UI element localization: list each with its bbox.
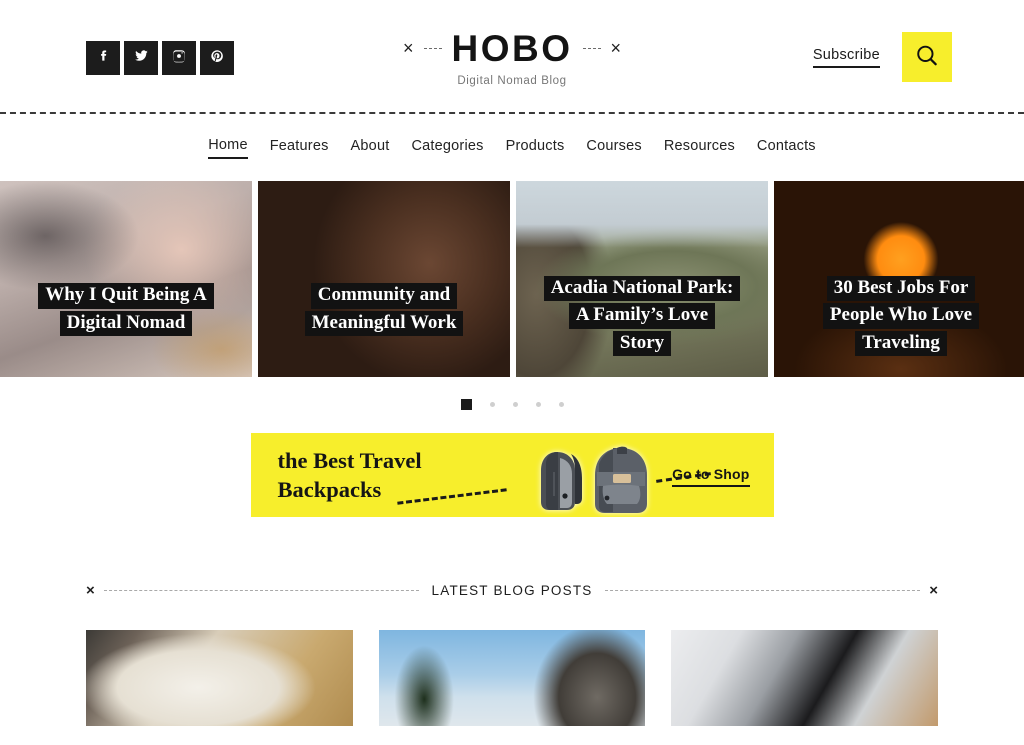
social-link-facebook[interactable] [86,41,120,75]
divider-line-left [103,590,419,591]
nav-item-products[interactable]: Products [506,138,565,158]
latest-posts-grid [86,630,939,726]
divider-x-right: × [929,582,939,599]
latest-posts-title: LATEST BLOG POSTS [431,583,593,598]
logo-wordmark: HOBO [451,27,573,69]
nav-item-home[interactable]: Home [208,137,248,159]
slide-3-title-line-3: Story [612,330,672,356]
carousel-slide-4[interactable]: 30 Best Jobs For People Who Love Traveli… [774,181,1024,377]
social-link-twitter[interactable] [124,41,158,75]
nav-item-contacts[interactable]: Contacts [757,138,816,158]
social-links [86,41,234,75]
promo-banner[interactable]: the Best Travel Backpacks Go to Shop [250,433,774,517]
carousel-dot-2[interactable] [489,401,495,407]
slide-2-title-line-2: Meaningful Work [304,310,464,336]
logo-dash-right [582,47,601,49]
promo-banner-headline: the Best Travel Backpacks [278,447,422,505]
post-card-2[interactable] [378,630,646,726]
divider-line-right [605,590,921,591]
logo-x-right: × [610,38,622,58]
slide-3-title-line-2: A Family’s Love [568,303,716,329]
main-navigation: Home Features About Categories Products … [0,114,1024,181]
promo-banner-wrapper: the Best Travel Backpacks Go to Shop [0,431,1024,517]
site-header: × HOBO × Digital Nomad Blog Subscribe [0,0,1024,114]
post-card-1[interactable] [86,630,353,726]
logo-dash-left [423,47,442,49]
backpack-icon-right [583,442,659,517]
nav-item-categories[interactable]: Categories [411,138,483,158]
carousel-slide-1[interactable]: Why I Quit Being A Digital Nomad [0,181,252,377]
nav-item-about[interactable]: About [351,138,390,158]
facebook-icon [96,49,110,68]
carousel-dot-1[interactable] [460,398,472,410]
slide-1-title-line-2: Digital Nomad [59,310,193,336]
nav-item-features[interactable]: Features [270,138,329,158]
pinterest-icon [210,49,224,68]
carousel-pagination [0,377,1024,431]
search-button[interactable] [902,32,952,82]
promo-banner-line-1: the Best Travel [277,448,422,473]
logo-tagline: Digital Nomad Blog [457,75,567,87]
slide-2-title-line-1: Community and [310,283,458,309]
nav-item-courses[interactable]: Courses [586,138,641,158]
header-actions: Subscribe [812,32,952,82]
site-logo[interactable]: × HOBO × Digital Nomad Blog [362,27,662,88]
subscribe-link[interactable]: Subscribe [812,47,880,68]
post-1-image [86,630,353,726]
go-to-shop-link[interactable]: Go to Shop [672,466,750,487]
slide-3-title: Acadia National Park: A Family’s Love St… [516,275,768,357]
latest-posts-divider: × LATEST BLOG POSTS × [86,583,938,598]
social-link-instagram[interactable] [162,41,196,75]
featured-carousel: Why I Quit Being A Digital Nomad Communi… [0,181,1024,377]
carousel-dot-3[interactable] [512,401,518,407]
nav-item-resources[interactable]: Resources [664,138,735,158]
slide-4-title-line-1: 30 Best Jobs For [826,275,976,302]
carousel-slide-2[interactable]: Community and Meaningful Work [258,181,510,377]
search-icon [914,43,940,72]
instagram-icon [172,49,186,68]
slide-1-title-line-1: Why I Quit Being A [38,283,214,309]
post-2-image [378,630,646,726]
carousel-dot-5[interactable] [558,401,564,407]
twitter-icon [134,48,149,68]
slide-2-image [258,181,510,377]
slide-3-title-line-1: Acadia National Park: [543,275,741,302]
logo-x-left: × [402,38,414,58]
slide-2-title: Community and Meaningful Work [258,282,510,337]
post-3-image [671,630,939,726]
slide-4-title-line-2: People Who Love [822,303,980,329]
carousel-slide-3[interactable]: Acadia National Park: A Family’s Love St… [516,181,768,377]
slide-1-image [0,181,252,377]
divider-x-left: × [86,582,95,599]
slide-4-title-line-3: Traveling [855,330,947,356]
slide-4-title: 30 Best Jobs For People Who Love Traveli… [774,275,1024,357]
social-link-pinterest[interactable] [200,41,234,75]
carousel-dot-4[interactable] [535,401,541,407]
post-card-3[interactable] [671,630,939,726]
slide-1-title: Why I Quit Being A Digital Nomad [0,282,252,337]
